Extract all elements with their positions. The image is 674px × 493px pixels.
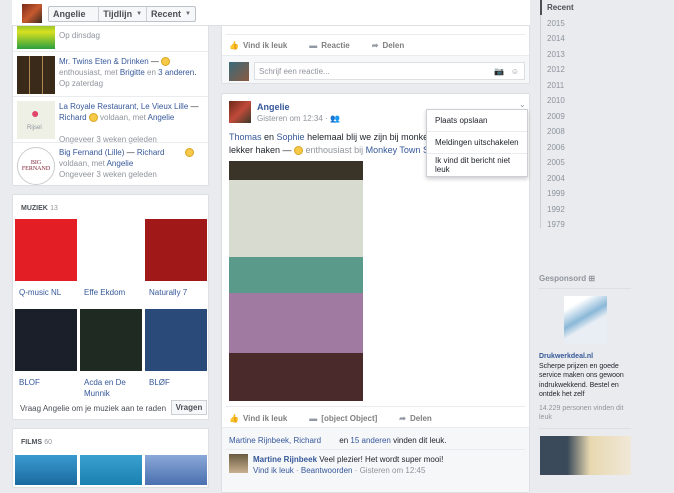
music-item[interactable]: Naturally 7 xyxy=(145,219,207,304)
timeline-year-2014[interactable]: 2014 xyxy=(547,34,565,43)
comment-button[interactable]: ▬ Reactie xyxy=(309,41,349,50)
share-button[interactable]: ➦ Delen xyxy=(372,41,405,50)
music-name[interactable]: Naturally 7 xyxy=(145,281,207,304)
timeline-year-1992[interactable]: 1992 xyxy=(547,205,565,214)
music-item[interactable]: BLOF xyxy=(15,309,77,394)
thumbs-up-icon: 👍 xyxy=(229,41,239,50)
timeline-year-1979[interactable]: 1979 xyxy=(547,220,565,229)
comment-input[interactable]: Schrijf een reactie... 📷 ☺ xyxy=(254,62,525,80)
music-item[interactable]: BLØF xyxy=(145,309,207,394)
profile-name-button[interactable]: Angelie xyxy=(49,7,100,21)
music-thumbnail xyxy=(15,219,77,281)
music-item[interactable]: Effe Ekdom xyxy=(80,219,142,304)
user-avatar xyxy=(229,62,249,81)
map-thumbnail: ● Rijsel xyxy=(17,101,55,139)
author-avatar[interactable] xyxy=(229,101,251,123)
feeling-emoji-icon xyxy=(88,113,98,123)
feeling-emoji-icon xyxy=(161,57,171,67)
timeline-year-2005[interactable]: 2005 xyxy=(547,158,565,167)
timeline-year-2006[interactable]: 2006 xyxy=(547,143,565,152)
caret-down-icon: ▼ xyxy=(136,11,143,17)
music-card: MUZIEK 13 Q-music NL Effe Ekdom Naturally … xyxy=(12,194,209,420)
timeline-year-2004[interactable]: 2004 xyxy=(547,174,565,183)
films-card: FILMS 60 xyxy=(12,428,209,488)
music-thumbnail xyxy=(145,309,207,371)
menu-item-save-post[interactable]: Plaats opslaan xyxy=(427,110,527,132)
sponsored-heading: Gesponsord ⊞ xyxy=(539,274,631,289)
likes-summary: Martine Rijnbeek, Richard en 15 anderen … xyxy=(229,436,447,445)
big-fernand-logo: BIG FERNAND xyxy=(17,147,55,185)
film-thumbnail[interactable] xyxy=(80,455,142,485)
post-options-menu: Plaats opslaan Meldingen uitschakelen Ik… xyxy=(426,109,528,177)
comment-like-link[interactable]: Vind ik leuk xyxy=(253,466,294,475)
share-button[interactable]: ➦ Delen xyxy=(399,414,432,423)
sticker-icon[interactable]: ☺ xyxy=(511,67,519,76)
music-name[interactable]: Acda en De Munnik xyxy=(80,371,142,405)
timeline-selector: Angelie Tijdlijn ▼ Recent ▼ xyxy=(48,6,196,22)
feeling-emoji-icon xyxy=(294,146,304,156)
post-timestamp[interactable]: Gisteren om 12:34 xyxy=(257,114,323,123)
place-item[interactable]: BIG FERNAND Big Fernand (Lille) — Richar… xyxy=(13,142,208,185)
place-thumbnail xyxy=(17,56,55,94)
friends-audience-icon[interactable]: 👥 xyxy=(330,114,340,123)
ask-music-button[interactable]: Vragen xyxy=(171,400,207,415)
film-thumbnail[interactable] xyxy=(145,455,207,485)
music-name[interactable]: Effe Ekdom xyxy=(80,281,142,304)
profile-avatar[interactable] xyxy=(22,4,42,23)
feeling-emoji-icon xyxy=(184,148,194,158)
timeline-year-2008[interactable]: 2008 xyxy=(547,127,565,136)
comment-icon: ▬ xyxy=(309,41,318,50)
timeline-year-2015[interactable]: 2015 xyxy=(547,19,565,28)
sticky-header: Angelie Tijdlijn ▼ Recent ▼ xyxy=(12,0,530,26)
music-thumbnail xyxy=(80,219,142,281)
timeline-year-2010[interactable]: 2010 xyxy=(547,96,565,105)
comment-button[interactable]: ▬ [object Object] xyxy=(309,414,377,423)
timeline-year-2013[interactable]: 2013 xyxy=(547,50,565,59)
timeline-year-2009[interactable]: 2009 xyxy=(547,112,565,121)
comment-icon: ▬ xyxy=(309,414,318,423)
music-name[interactable]: BLØF xyxy=(145,371,207,394)
timeline-year-recent[interactable]: Recent xyxy=(547,3,574,12)
comment: Martine Rijnbeek Veel plezier! Het wordt… xyxy=(253,455,444,475)
music-title[interactable]: MUZIEK xyxy=(21,205,48,212)
comment-reply-link[interactable]: Beantwoorden xyxy=(301,466,353,475)
music-thumbnail xyxy=(15,309,77,371)
ad-image[interactable] xyxy=(564,296,607,344)
menu-item-disable-notifications[interactable]: Meldingen uitschakelen xyxy=(427,132,527,154)
like-button[interactable]: 👍 Vind ik leuk xyxy=(229,41,287,50)
camera-icon[interactable]: 📷 xyxy=(494,67,504,76)
menu-item-dislike-post[interactable]: Ik vind dit bericht niet leuk xyxy=(427,154,527,176)
post-options-chevron-icon[interactable]: ⌄ xyxy=(519,100,526,109)
places-card: Op dinsdag Mr. Twins Eten & Drinken — en… xyxy=(12,0,209,186)
share-icon: ➦ xyxy=(371,41,379,50)
music-name[interactable]: BLOF xyxy=(15,371,77,394)
music-item[interactable]: Q-music NL xyxy=(15,219,77,304)
like-button[interactable]: 👍 Vind ik leuk xyxy=(229,414,287,423)
music-item[interactable]: Acda en De Munnik xyxy=(80,309,142,405)
music-thumbnail xyxy=(145,219,207,281)
music-thumbnail xyxy=(80,309,142,371)
ad-image[interactable] xyxy=(540,436,631,475)
commenter-avatar[interactable] xyxy=(229,454,248,473)
films-title[interactable]: FILMS xyxy=(21,439,42,446)
sort-dropdown[interactable]: Recent ▼ xyxy=(147,7,195,21)
thumbs-up-icon: 👍 xyxy=(229,414,239,423)
share-icon: ➦ xyxy=(399,414,406,423)
timeline-year-1999[interactable]: 1999 xyxy=(547,189,565,198)
place-item[interactable]: Mr. Twins Eten & Drinken — enthousiast, … xyxy=(13,51,208,94)
timeline-dropdown[interactable]: Tijdlijn ▼ xyxy=(99,7,148,21)
music-name[interactable]: Q-music NL xyxy=(15,281,77,304)
map-pin-icon: ● xyxy=(31,105,40,121)
film-thumbnail[interactable] xyxy=(15,455,77,485)
ad-title[interactable]: Drukwerkdeal.nl xyxy=(539,352,631,362)
ad-icon[interactable]: ⊞ xyxy=(588,274,595,283)
place-item[interactable]: ● Rijsel La Royale Restaurant, Le Vieux L… xyxy=(13,96,208,145)
author-name[interactable]: Angelie xyxy=(257,102,290,112)
caret-down-icon: ▼ xyxy=(185,11,191,17)
timeline-year-2011[interactable]: 2011 xyxy=(547,81,564,90)
post-photo[interactable] xyxy=(229,161,363,401)
timeline-year-2012[interactable]: 2012 xyxy=(547,65,565,74)
